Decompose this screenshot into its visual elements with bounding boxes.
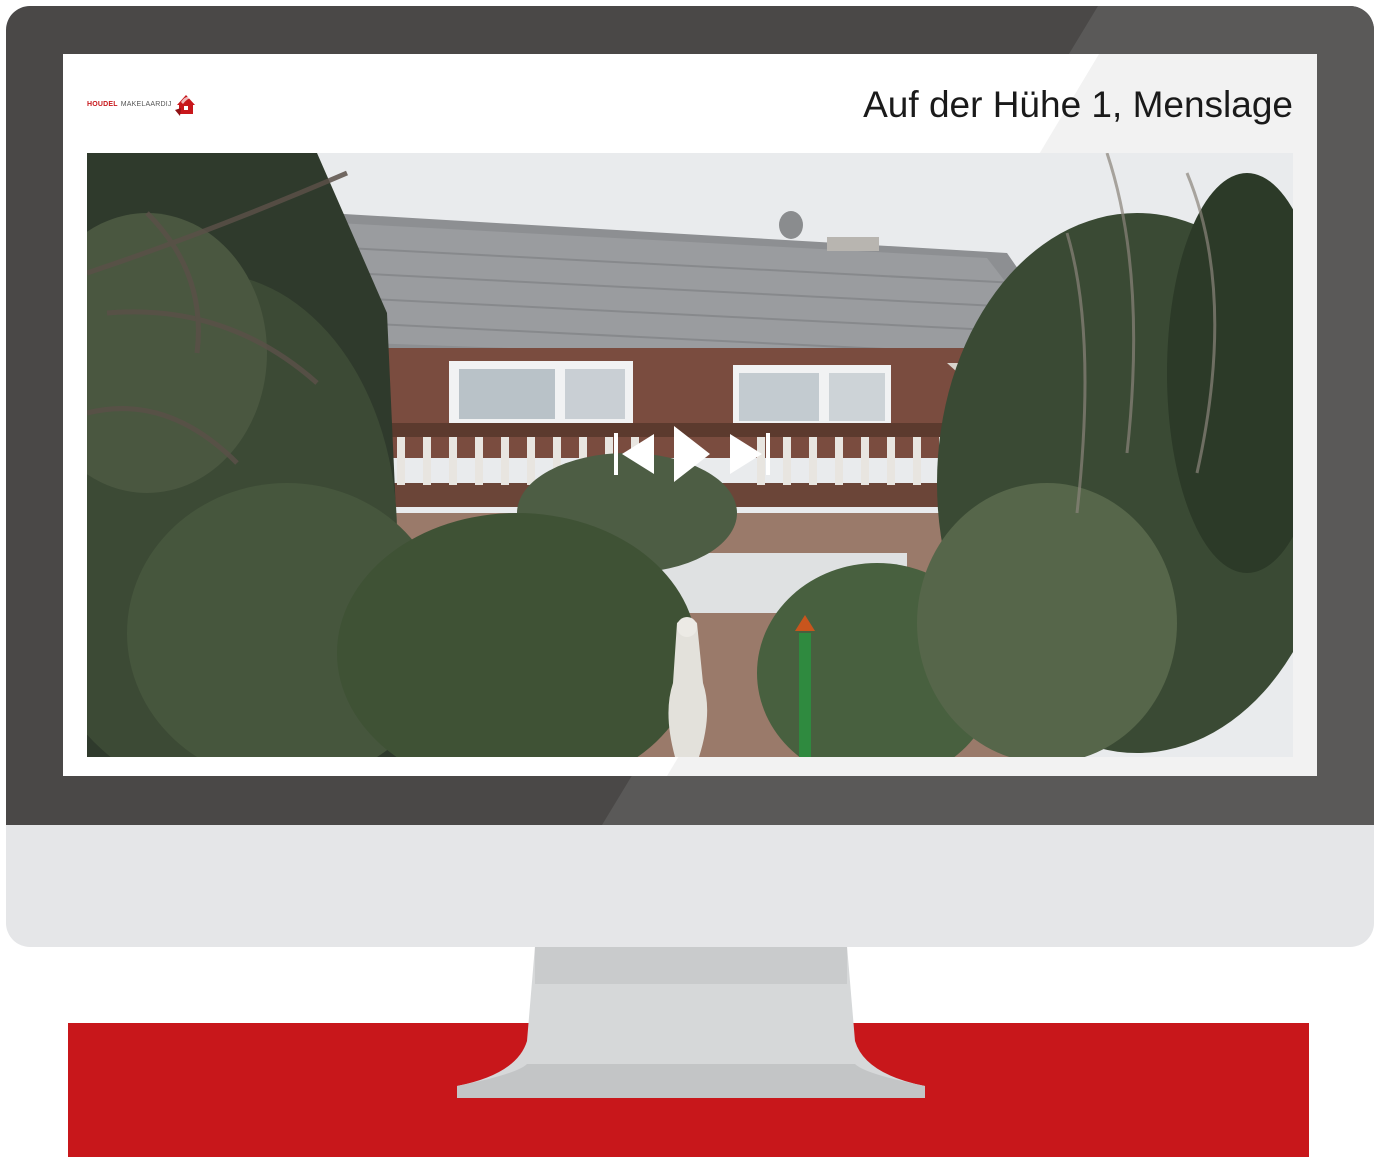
monitor: HOUDEL MAKELAARDIJ Auf der Hühe 1, Mensl…: [6, 6, 1374, 947]
skip-next-icon[interactable]: [728, 430, 770, 478]
house-photo[interactable]: [87, 153, 1293, 757]
brand-logo[interactable]: HOUDEL MAKELAARDIJ: [87, 92, 197, 116]
monitor-bezel: HOUDEL MAKELAARDIJ Auf der Hühe 1, Mensl…: [6, 6, 1374, 825]
skip-previous-icon[interactable]: [614, 430, 656, 478]
brand-name-primary: HOUDEL: [87, 100, 118, 108]
brand-name-secondary: MAKELAARDIJ: [120, 100, 172, 108]
player-controls: [614, 426, 784, 482]
play-icon[interactable]: [674, 426, 710, 482]
house-logo-icon: [174, 95, 195, 116]
screen: HOUDEL MAKELAARDIJ Auf der Hühe 1, Mensl…: [63, 54, 1317, 776]
listing-address: Auf der Hühe 1, Menslage: [863, 84, 1293, 125]
monitor-stand: [457, 946, 925, 1098]
